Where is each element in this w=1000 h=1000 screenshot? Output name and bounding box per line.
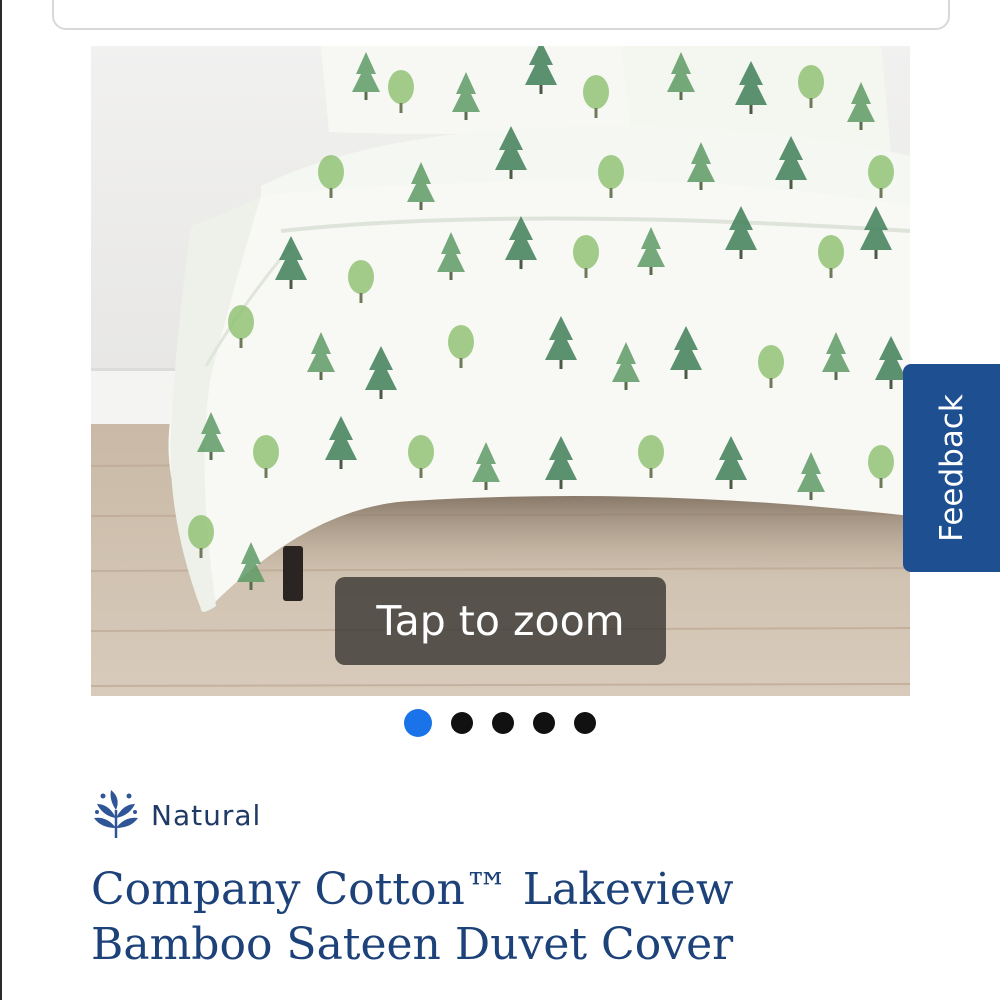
chevron-right-icon bbox=[907, 298, 910, 370]
product-title-line-2: Bamboo Sateen Duvet Cover bbox=[91, 919, 734, 970]
next-image-button[interactable] bbox=[907, 298, 910, 370]
product-title-line-1: Company Cotton™ Lakeview bbox=[91, 864, 734, 915]
product-page: Tap to zoom Feedback Natural Company Cot… bbox=[0, 0, 1000, 1000]
natural-badge: Natural bbox=[91, 788, 261, 842]
pagination-dot-5[interactable] bbox=[574, 712, 596, 734]
header-card[interactable] bbox=[52, 0, 950, 30]
tap-to-zoom-button[interactable]: Tap to zoom bbox=[335, 577, 666, 665]
screen-edge bbox=[0, 0, 2, 1000]
natural-leaf-icon bbox=[94, 790, 138, 838]
feedback-tab[interactable]: Feedback bbox=[903, 364, 1000, 572]
pagination-dot-3[interactable] bbox=[492, 712, 514, 734]
natural-badge-label: Natural bbox=[151, 798, 262, 832]
product-title: Company Cotton™ Lakeview Bamboo Sateen D… bbox=[91, 862, 951, 972]
pagination-dot-4[interactable] bbox=[533, 712, 555, 734]
feedback-label: Feedback bbox=[933, 394, 970, 542]
pagination-dot-2[interactable] bbox=[451, 712, 473, 734]
pagination-dot-1[interactable] bbox=[404, 709, 432, 737]
gallery-pagination bbox=[404, 709, 596, 737]
